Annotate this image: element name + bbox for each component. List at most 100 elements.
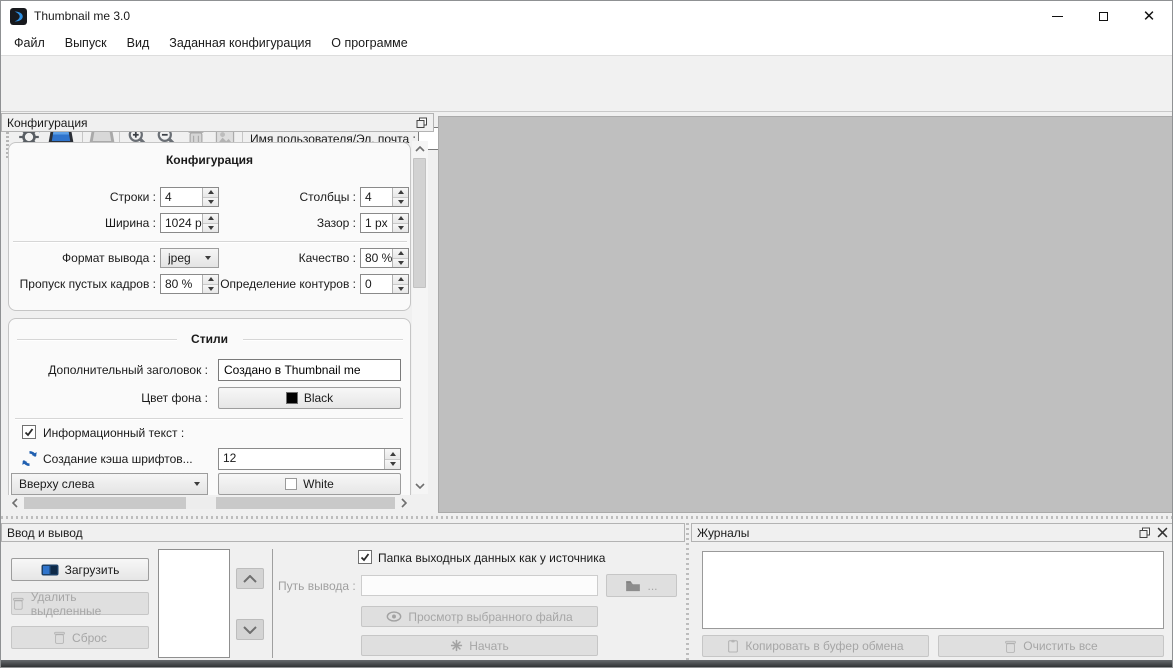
preview-file-button[interactable]: Просмотр выбранного файла bbox=[361, 606, 598, 627]
load-button[interactable]: Загрузить bbox=[11, 558, 149, 581]
chevron-down-icon bbox=[194, 482, 200, 486]
width-label: Ширина : bbox=[104, 216, 156, 230]
same-as-source-checkbox[interactable] bbox=[358, 550, 372, 564]
refresh-icon bbox=[22, 451, 37, 466]
window-title: Thumbnail me 3.0 bbox=[34, 9, 131, 23]
config-panel-title: Конфигурация bbox=[7, 115, 88, 130]
reset-button[interactable]: Сброс bbox=[11, 626, 149, 649]
chevron-down-icon bbox=[205, 256, 211, 260]
config-hscrollbar[interactable] bbox=[8, 496, 411, 510]
config-vscrollbar[interactable] bbox=[412, 141, 428, 494]
trash-icon bbox=[13, 597, 24, 610]
extra-title-label: Дополнительный заголовок : bbox=[48, 363, 208, 377]
logs-panel-header: Журналы bbox=[691, 523, 1172, 542]
output-format-value: jpeg bbox=[168, 251, 191, 265]
font-size-value: 12 bbox=[223, 451, 237, 465]
gap-label: Зазор : bbox=[316, 216, 356, 230]
menu-view[interactable]: Вид bbox=[117, 32, 160, 54]
load-button-label: Загрузить bbox=[64, 562, 120, 577]
move-down-button[interactable] bbox=[236, 619, 264, 640]
scroll-left-icon[interactable] bbox=[8, 496, 22, 510]
extra-title-input[interactable] bbox=[218, 359, 401, 381]
app-logo-icon bbox=[10, 7, 27, 25]
float-panel-icon[interactable] bbox=[1139, 527, 1151, 539]
skip-blank-value: 80 % bbox=[165, 277, 193, 291]
film-icon bbox=[41, 564, 59, 575]
browse-button-label: ... bbox=[647, 578, 658, 593]
menu-about[interactable]: О программе bbox=[321, 32, 417, 54]
separator bbox=[13, 241, 407, 242]
config-panel-header: Конфигурация bbox=[1, 113, 434, 132]
start-button[interactable]: Начать bbox=[361, 635, 598, 656]
hscroll-track[interactable] bbox=[24, 497, 395, 509]
rows-spinner[interactable]: 4 bbox=[160, 187, 219, 207]
folder-icon bbox=[626, 580, 641, 591]
output-path-input[interactable] bbox=[361, 575, 598, 596]
bg-color-button[interactable]: Black bbox=[218, 387, 401, 409]
chevron-up-icon bbox=[243, 574, 257, 583]
clear-all-button[interactable]: Очистить все bbox=[938, 635, 1164, 657]
close-button[interactable]: ✕ bbox=[1126, 1, 1172, 31]
horizontal-splitter[interactable] bbox=[1, 513, 1172, 523]
gap-spinner[interactable]: 1 px bbox=[360, 213, 409, 233]
width-spinner[interactable]: 1024 px bbox=[160, 213, 219, 233]
start-button-label: Начать bbox=[469, 638, 509, 653]
skip-blank-spinner[interactable]: 80 % bbox=[160, 274, 219, 294]
text-position-combo[interactable]: Вверху слева bbox=[11, 473, 208, 495]
file-list[interactable] bbox=[158, 549, 230, 658]
menu-preset-config[interactable]: Заданная конфигурация bbox=[159, 32, 321, 54]
scroll-right-icon[interactable] bbox=[397, 496, 411, 510]
menu-bar: Файл Выпуск Вид Заданная конфигурация О … bbox=[1, 31, 1172, 55]
logs-panel-title: Журналы bbox=[697, 525, 750, 540]
copy-to-clipboard-button[interactable]: Копировать в буфер обмена bbox=[702, 635, 929, 657]
maximize-button[interactable] bbox=[1080, 1, 1126, 31]
gap-value: 1 px bbox=[365, 216, 388, 230]
menu-release[interactable]: Выпуск bbox=[55, 32, 117, 54]
scroll-down-icon[interactable] bbox=[412, 478, 428, 494]
quality-label: Качество : bbox=[298, 251, 356, 265]
clear-all-label: Очистить все bbox=[1023, 639, 1098, 653]
quality-value: 80 % bbox=[365, 251, 392, 265]
preview-area bbox=[438, 116, 1172, 513]
quality-spinner[interactable]: 80 % bbox=[360, 248, 409, 268]
float-panel-icon[interactable] bbox=[416, 117, 428, 129]
columns-spinner[interactable]: 4 bbox=[360, 187, 409, 207]
output-format-combo[interactable]: jpeg bbox=[160, 248, 219, 268]
scroll-up-icon[interactable] bbox=[412, 141, 428, 157]
maximize-icon bbox=[1098, 11, 1108, 21]
copy-button-label: Копировать в буфер обмена bbox=[745, 639, 904, 653]
same-as-source-label: Папка выходных данных как у источника bbox=[378, 551, 606, 565]
checkmark-icon bbox=[24, 428, 34, 437]
hscroll-thumb[interactable] bbox=[186, 497, 216, 509]
browse-button[interactable]: ... bbox=[606, 574, 677, 597]
width-value: 1024 px bbox=[165, 216, 202, 230]
output-format-label: Формат вывода : bbox=[62, 251, 156, 265]
edge-detect-spinner[interactable]: 0 bbox=[360, 274, 409, 294]
chevron-down-icon bbox=[243, 625, 257, 634]
text-color-value: White bbox=[303, 477, 334, 491]
move-up-button[interactable] bbox=[236, 568, 264, 589]
close-panel-icon[interactable] bbox=[1157, 527, 1168, 538]
font-cache-label: Создание кэша шрифтов... bbox=[43, 452, 193, 466]
black-swatch-icon bbox=[285, 392, 298, 404]
clipboard-icon bbox=[728, 639, 739, 653]
text-color-button[interactable]: White bbox=[218, 473, 401, 495]
delete-selected-button[interactable]: Удалить выделенные bbox=[11, 590, 149, 618]
menu-file[interactable]: Файл bbox=[4, 32, 55, 54]
checkmark-icon bbox=[360, 553, 370, 562]
minimize-icon bbox=[1051, 15, 1063, 17]
vertical-splitter[interactable] bbox=[685, 523, 691, 661]
minimize-button[interactable] bbox=[1034, 1, 1080, 31]
skip-blank-label: Пропуск пустых кадров : bbox=[19, 277, 156, 291]
bg-color-value: Black bbox=[303, 391, 334, 405]
log-output bbox=[702, 551, 1164, 629]
info-text-checkbox[interactable] bbox=[22, 425, 36, 439]
vscroll-thumb[interactable] bbox=[413, 158, 426, 288]
preview-file-label: Просмотр выбранного файла bbox=[408, 609, 573, 624]
rows-label: Строки : bbox=[109, 190, 156, 204]
io-divider bbox=[272, 549, 273, 658]
bg-color-label: Цвет фона : bbox=[141, 391, 208, 405]
font-size-spinner[interactable]: 12 bbox=[218, 448, 401, 470]
text-position-value: Вверху слева bbox=[19, 477, 95, 491]
edge-detect-label: Определение контуров : bbox=[220, 277, 356, 291]
